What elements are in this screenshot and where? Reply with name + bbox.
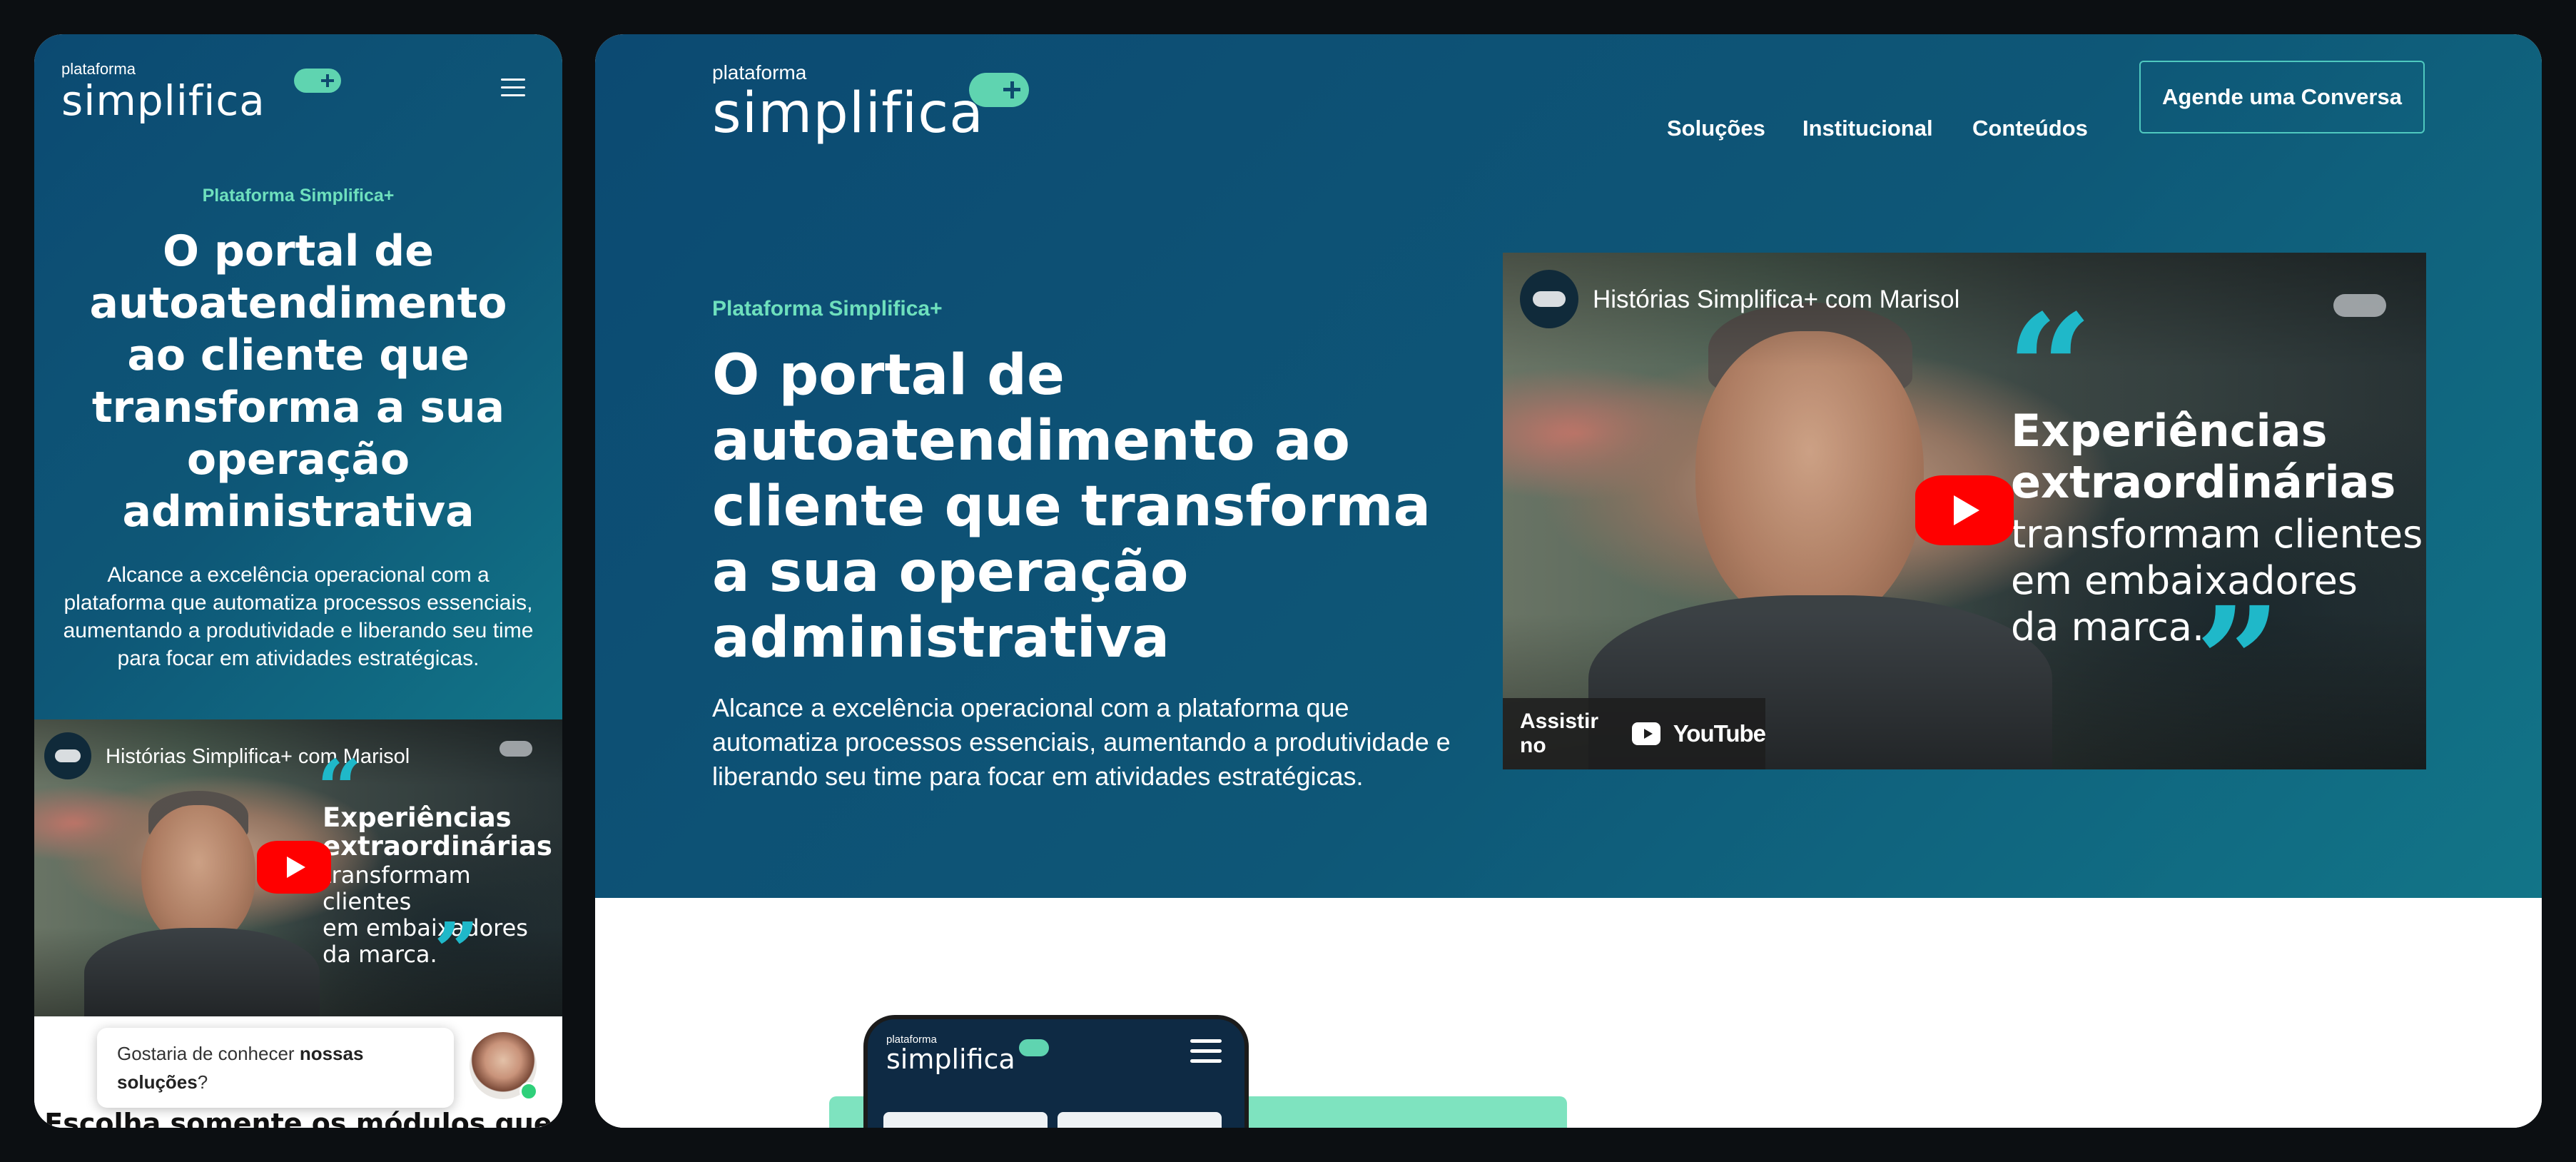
logo-small-text: plataforma	[61, 60, 136, 78]
online-status-icon	[519, 1082, 538, 1101]
hero-description: Alcance a excelência operacional com a p…	[712, 693, 1451, 791]
youtube-icon	[1632, 722, 1660, 745]
nav-institucional[interactable]: Institucional	[1802, 116, 1933, 141]
mobile-logo[interactable]: plataforma simplifica	[61, 60, 341, 125]
desktop-logo[interactable]: plataforma simplifica	[712, 61, 1029, 146]
phone-menu-icon	[1190, 1039, 1222, 1064]
logo-plus-icon	[969, 73, 1029, 107]
watermark-icon	[2333, 294, 2386, 317]
watch-on-youtube-button[interactable]: Assistir no YouTube	[1503, 698, 1766, 769]
phone-mockup: plataforma simplifica	[863, 1015, 1249, 1128]
hamburger-menu-icon[interactable]	[501, 79, 525, 97]
logo-plus-icon	[294, 69, 341, 93]
close-quote-icon: ”	[2195, 574, 2281, 750]
play-button-icon[interactable]	[257, 841, 331, 894]
video-overlay-headline: Experiências extraordinárias	[2011, 405, 2396, 508]
hero-title: O portal de autoatendimento ao cliente q…	[712, 343, 1431, 670]
channel-avatar-icon[interactable]	[44, 732, 91, 779]
channel-avatar-icon[interactable]	[1520, 270, 1578, 328]
close-quote-icon: ”	[434, 905, 480, 997]
youtube-wordmark: YouTube	[1673, 720, 1766, 747]
video-overlay-headline: Experiências extraordinárias	[323, 802, 552, 862]
phone-card	[883, 1112, 1048, 1128]
hero-title: O portal de autoatendimento ao cliente q…	[89, 226, 507, 537]
video-player[interactable]: Histórias Simplifica+ com Marisol “ Expe…	[1503, 253, 2426, 769]
play-button-icon[interactable]	[1915, 475, 2014, 545]
nav-conteudos[interactable]: Conteúdos	[1972, 116, 2088, 141]
phone-logo-plus-icon	[1019, 1039, 1049, 1056]
hero-description: Alcance a excelência operacional com a p…	[63, 563, 534, 670]
hero-eyebrow: Plataforma Simplifica+	[202, 186, 395, 206]
watermark-icon	[500, 741, 532, 757]
desktop-viewport: plataforma simplifica Soluções Instituci…	[595, 34, 2542, 1128]
logo-big-text: simplifica	[61, 76, 265, 125]
logo-small-text: plataforma	[712, 61, 807, 84]
hero-eyebrow: Plataforma Simplifica+	[712, 297, 943, 320]
video-player[interactable]: Histórias Simplifica+ com Marisol “ Expe…	[34, 719, 562, 1016]
video-title[interactable]: Histórias Simplifica+ com Marisol	[106, 745, 410, 769]
video-title[interactable]: Histórias Simplifica+ com Marisol	[1593, 286, 1959, 314]
nav-solucoes[interactable]: Soluções	[1667, 116, 1765, 141]
schedule-conversation-button[interactable]: Agende uma Conversa	[2139, 61, 2425, 133]
chat-bubble[interactable]: Gostaria de conhecer nossas soluções?	[97, 1028, 454, 1108]
phone-logo-big: simplifica	[886, 1044, 1015, 1075]
logo-big-text: simplifica	[712, 81, 984, 146]
watch-on-label: Assistir no	[1520, 709, 1599, 757]
section-heading: Escolha somente os módulos que	[44, 1108, 552, 1128]
mobile-viewport: plataforma simplifica Plataforma Simplif…	[34, 34, 562, 1128]
phone-card	[1058, 1112, 1222, 1128]
